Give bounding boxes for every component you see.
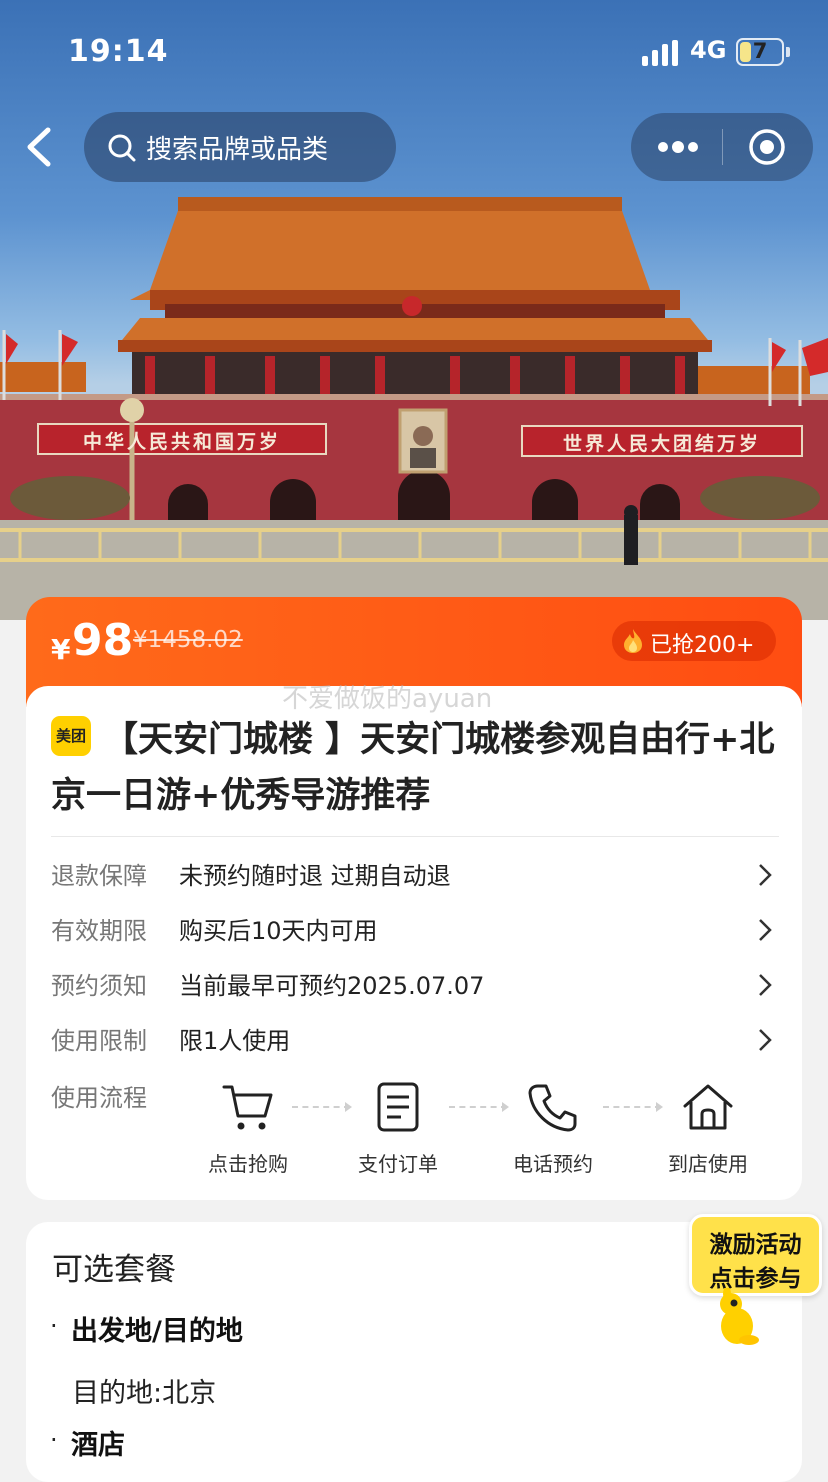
battery-tip	[786, 47, 790, 57]
flow-step-label: 电话预约	[513, 1152, 593, 1176]
flow-step-label: 到店使用	[668, 1152, 748, 1176]
sold-count: 已抢200+	[650, 633, 755, 658]
promo-float-button[interactable]: 激励活动 点击参与	[689, 1214, 822, 1348]
packages-heading: 可选套餐	[52, 1252, 176, 1288]
flow-step-label: 点击抢购	[208, 1152, 288, 1176]
flow-label: 使用流程	[51, 1084, 147, 1112]
info-value: 未预约随时退 过期自动退	[179, 862, 451, 890]
info-key: 退款保障	[51, 862, 147, 890]
search-icon	[108, 134, 136, 162]
info-key: 使用限制	[51, 1027, 147, 1055]
kangaroo-mascot-icon	[720, 1288, 759, 1345]
network-type: 4G	[690, 36, 727, 64]
info-row-limit[interactable]: 使用限制 限1人使用	[51, 1021, 781, 1061]
mini-program-capsule	[631, 113, 813, 181]
capsule-divider	[722, 129, 723, 165]
original-price: ¥1458.02	[133, 627, 243, 653]
bullet: ·	[50, 1426, 58, 1454]
meituan-logo: 美团	[51, 716, 91, 756]
flow-step-buy: 点击抢购	[188, 1082, 308, 1177]
flow-step-call: 电话预约	[493, 1082, 613, 1177]
info-value: 限1人使用	[179, 1027, 291, 1055]
package-section-title: 出发地/目的地	[71, 1316, 243, 1347]
battery-level: 7	[752, 39, 768, 63]
chevron-right-icon	[759, 864, 772, 886]
back-arrow-icon[interactable]	[20, 122, 60, 172]
banner-right-text: 世界人民大团结万岁	[562, 433, 761, 455]
bullet: ·	[50, 1312, 58, 1340]
more-icon[interactable]	[657, 140, 699, 154]
promo-line1: 激励活动	[709, 1232, 802, 1258]
package-options-card: 可选套餐 · 出发地/目的地 目的地:北京 · 酒店	[26, 1222, 802, 1482]
banner-left-text: 中华人民共和国万岁	[82, 431, 281, 453]
flow-step-use: 到店使用	[648, 1082, 768, 1177]
phone-icon	[528, 1084, 577, 1132]
divider	[51, 836, 779, 837]
current-price: 98	[72, 615, 134, 666]
home-icon	[683, 1084, 733, 1130]
flow-step-label: 支付订单	[358, 1152, 438, 1176]
status-time: 19:14	[68, 34, 169, 69]
search-input[interactable]: 搜索品牌或品类	[84, 112, 396, 182]
cart-icon	[222, 1085, 273, 1130]
promo-badge: 激励活动 点击参与	[689, 1214, 822, 1296]
document-icon	[377, 1082, 419, 1132]
close-target-icon[interactable]	[748, 128, 786, 166]
info-value: 当前最早可预约2025.07.07	[179, 972, 485, 1000]
info-row-refund[interactable]: 退款保障 未预约随时退 过期自动退	[51, 856, 781, 896]
battery-icon: 7	[736, 38, 784, 66]
flow-step-pay: 支付订单	[338, 1082, 458, 1177]
info-row-validity[interactable]: 有效期限 购买后10天内可用	[51, 911, 781, 951]
info-value: 购买后10天内可用	[179, 917, 378, 945]
product-info-card: 不爱做饭的ayuan 【天安门城楼 】天安门城楼参观自由行+北京一日游+优秀导游…	[26, 684, 802, 1200]
search-placeholder: 搜索品牌或品类	[146, 135, 329, 165]
chevron-right-icon	[759, 1029, 772, 1051]
status-bar: 19:14 4G 7	[0, 0, 828, 100]
currency-symbol: ¥	[51, 633, 71, 666]
info-row-booking[interactable]: 预约须知 当前最早可预约2025.07.07	[51, 966, 781, 1006]
fire-icon	[624, 629, 642, 653]
chevron-right-icon	[759, 919, 772, 941]
chevron-right-icon	[759, 974, 772, 996]
info-key: 预约须知	[51, 972, 147, 1000]
package-section-title: 酒店	[71, 1430, 125, 1461]
product-title: 【天安门城楼 】天安门城楼参观自由行+北京一日游+优秀导游推荐	[51, 720, 775, 816]
package-section-value: 目的地:北京	[72, 1378, 217, 1409]
watermark-text: 不爱做饭的ayuan	[282, 684, 493, 714]
sold-count-badge: 已抢200+	[612, 621, 776, 661]
signal-icon	[642, 40, 678, 66]
info-key: 有效期限	[51, 917, 147, 945]
